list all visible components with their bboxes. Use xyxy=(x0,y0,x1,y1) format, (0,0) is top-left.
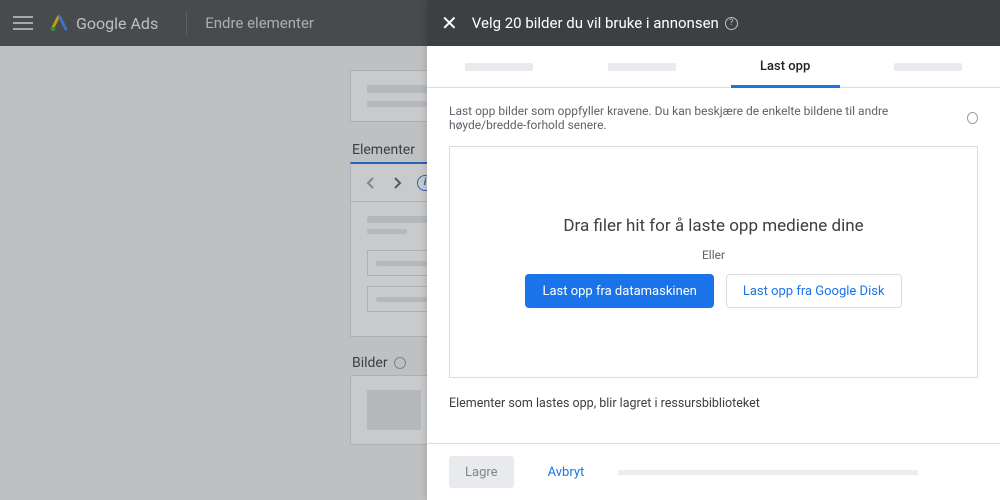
dropzone-headline: Dra filer hit for å laste opp mediene di… xyxy=(563,216,863,236)
upload-from-drive-button[interactable]: Last opp fra Google Disk xyxy=(726,274,902,308)
helper-text: Last opp bilder som oppfyller kravene. D… xyxy=(449,104,978,132)
dialog-tabs: Last opp xyxy=(427,46,1000,88)
tab-label: Last opp xyxy=(760,59,810,74)
save-button[interactable]: Lagre xyxy=(449,456,514,488)
image-picker-dialog: ✕ Velg 20 bilder du vil bruke i annonsen… xyxy=(427,0,1000,500)
library-note: Elementer som lastes opp, blir lagret i … xyxy=(449,396,978,411)
dialog-title: Velg 20 bilder du vil bruke i annonsen ? xyxy=(472,14,738,32)
upload-dropzone[interactable]: Dra filer hit for å laste opp mediene di… xyxy=(449,146,978,378)
help-icon[interactable]: ? xyxy=(725,17,738,30)
footer-placeholder xyxy=(618,470,918,475)
dialog-header: ✕ Velg 20 bilder du vil bruke i annonsen… xyxy=(427,0,1000,46)
upload-from-computer-button[interactable]: Last opp fra datamaskinen xyxy=(525,274,713,308)
tab-upload[interactable]: Last opp xyxy=(714,46,857,87)
cancel-button[interactable]: Avbryt xyxy=(532,456,601,488)
tab-placeholder[interactable] xyxy=(427,46,570,87)
dialog-footer: Lagre Avbryt xyxy=(427,443,1000,500)
tab-placeholder[interactable] xyxy=(570,46,713,87)
help-icon[interactable] xyxy=(967,112,978,124)
close-icon[interactable]: ✕ xyxy=(441,13,458,33)
dropzone-or: Eller xyxy=(702,248,725,262)
tab-placeholder[interactable] xyxy=(857,46,1000,87)
